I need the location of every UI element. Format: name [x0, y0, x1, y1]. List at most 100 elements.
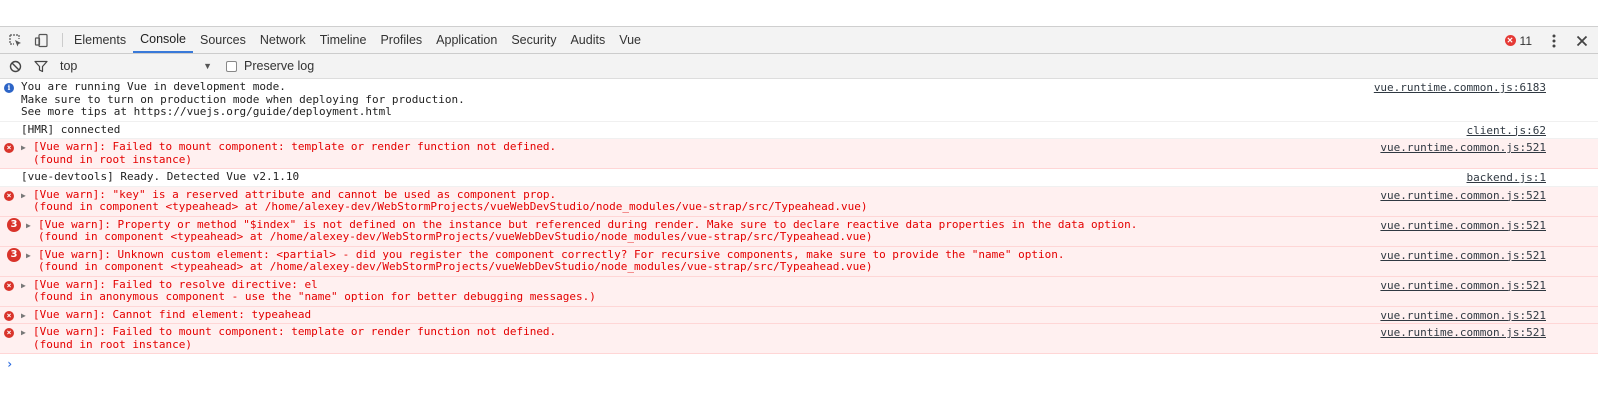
- message-text: [vue-devtools] Ready. Detected Vue v2.1.…: [0, 170, 1598, 184]
- console-message: × ▶ [Vue warn]: Failed to resolve directiv…: [0, 276, 1598, 307]
- console-messages: i You are running Vue in development mode…: [0, 79, 1598, 354]
- expand-triangle-icon[interactable]: ▶: [21, 190, 26, 203]
- message-text: [Vue warn]: Failed to mount component: t…: [0, 140, 1598, 166]
- source-link[interactable]: vue.runtime.common.js:521: [1380, 279, 1546, 293]
- source-link[interactable]: vue.runtime.common.js:6183: [1374, 81, 1546, 95]
- expand-triangle-icon[interactable]: ▶: [21, 280, 26, 293]
- dropdown-arrow-icon: ▼: [203, 61, 212, 71]
- error-icon: ×: [4, 143, 14, 153]
- error-icon: ×: [4, 190, 14, 201]
- preserve-log-option: Preserve log: [226, 59, 314, 73]
- inspect-element-icon[interactable]: [2, 27, 28, 53]
- tab-sources[interactable]: Sources: [193, 27, 253, 53]
- message-gutter: ×: [4, 142, 18, 154]
- expand-triangle-icon[interactable]: ▶: [21, 142, 26, 155]
- message-text: [Vue warn]: Property or method "$index" …: [0, 218, 1598, 244]
- panel-tabs: Elements Console Sources Network Timeline Pro…: [67, 27, 648, 53]
- message-line: (found in component <typeahead> at /home…: [38, 260, 873, 273]
- console-filter-bar: top ▼ Preserve log: [0, 54, 1598, 79]
- toolbar-right: ✕ 11: [1504, 27, 1598, 54]
- message-text: [Vue warn]: Unknown custom element: <par…: [0, 248, 1598, 274]
- devtools-toolbar: Elements Console Sources Network Timeline Pro…: [0, 27, 1598, 54]
- message-gutter: 3: [4, 218, 21, 232]
- expand-triangle-icon[interactable]: ▶: [21, 327, 26, 340]
- info-icon: i: [4, 83, 14, 93]
- expand-triangle-icon[interactable]: ▶: [21, 310, 26, 323]
- message-text: [Vue warn]: Cannot find element: typeahe…: [0, 307, 1598, 322]
- console-message: [HMR] connected client.js:62: [0, 122, 1598, 139]
- tab-vue[interactable]: Vue: [612, 27, 648, 53]
- repeat-count-badge: 3: [7, 248, 21, 262]
- source-link[interactable]: vue.runtime.common.js:521: [1380, 326, 1546, 340]
- message-line: (found in component <typeahead> at /home…: [33, 200, 868, 213]
- message-gutter: i: [4, 82, 18, 94]
- toolbar-divider: [62, 33, 63, 47]
- message-text: [Vue warn]: "key" is a reserved attribut…: [0, 188, 1598, 214]
- context-value: top: [60, 59, 78, 73]
- console-message: 3 ▶ [Vue warn]: Property or method "$index…: [0, 216, 1598, 247]
- message-line: [Vue warn]: Failed to mount component: t…: [33, 140, 557, 153]
- message-gutter: ×: [4, 310, 18, 322]
- preserve-log-label: Preserve log: [244, 59, 315, 73]
- window-top-area: [0, 0, 1598, 27]
- source-link[interactable]: vue.runtime.common.js:521: [1380, 141, 1546, 155]
- message-line: [HMR] connected: [21, 122, 121, 136]
- message-gutter: ×: [4, 327, 18, 339]
- tab-elements[interactable]: Elements: [67, 27, 133, 53]
- message-text: [Vue warn]: Failed to resolve directive:…: [0, 278, 1598, 304]
- more-options-icon[interactable]: [1540, 27, 1568, 54]
- tab-audits[interactable]: Audits: [563, 27, 612, 53]
- message-line: (found in root instance): [33, 337, 192, 351]
- message-text: You are running Vue in development mode.…: [0, 80, 1598, 119]
- error-count: 11: [1519, 33, 1532, 48]
- expand-triangle-icon[interactable]: ▶: [26, 250, 31, 263]
- console-message: i You are running Vue in development mode…: [0, 79, 1598, 122]
- expand-triangle-icon[interactable]: ▶: [26, 220, 31, 233]
- tab-console[interactable]: Console: [133, 27, 193, 53]
- source-link[interactable]: client.js:62: [1467, 124, 1546, 138]
- message-gutter: ×: [4, 280, 18, 292]
- console-message: [vue-devtools] Ready. Detected Vue v2.1.…: [0, 169, 1598, 187]
- tab-network[interactable]: Network: [253, 27, 313, 53]
- message-line: [vue-devtools] Ready. Detected Vue v2.1.…: [21, 170, 300, 183]
- console-message: 3 ▶ [Vue warn]: Unknown custom element: <p…: [0, 246, 1598, 277]
- source-link[interactable]: vue.runtime.common.js:521: [1380, 309, 1546, 323]
- console-message: × ▶ [Vue warn]: Failed to mount component:…: [0, 324, 1598, 354]
- source-link[interactable]: backend.js:1: [1467, 171, 1546, 185]
- error-icon: ×: [4, 310, 14, 321]
- message-gutter: ×: [4, 190, 18, 202]
- message-line: [Vue warn]: Failed to mount component: t…: [33, 325, 557, 338]
- console-message: × ▶ [Vue warn]: "key" is a reserved attrib…: [0, 186, 1598, 217]
- message-line: (found in component <typeahead> at /home…: [38, 230, 873, 243]
- device-mode-icon[interactable]: [28, 27, 54, 53]
- preserve-log-checkbox[interactable]: [226, 60, 237, 72]
- message-line: (found in anonymous component - use the …: [33, 290, 596, 303]
- prompt-chevron-icon: ›: [6, 357, 14, 371]
- error-counter[interactable]: ✕ 11: [1504, 33, 1540, 48]
- error-icon: ×: [4, 328, 14, 338]
- message-text: [Vue warn]: Failed to mount component: t…: [0, 325, 1598, 351]
- source-link[interactable]: vue.runtime.common.js:521: [1380, 219, 1546, 233]
- console-message: × ▶ [Vue warn]: Cannot find element: typea…: [0, 306, 1598, 324]
- context-selector[interactable]: top ▼: [60, 59, 212, 73]
- source-link[interactable]: vue.runtime.common.js:521: [1380, 249, 1546, 263]
- message-line: [Vue warn]: Cannot find element: typeahe…: [33, 307, 312, 321]
- message-line: (found in root instance): [33, 152, 192, 166]
- tab-timeline[interactable]: Timeline: [313, 27, 374, 53]
- message-gutter: 3: [4, 248, 21, 262]
- filter-icon[interactable]: [28, 54, 54, 79]
- error-icon: ×: [4, 280, 14, 291]
- console-message: × ▶ [Vue warn]: Failed to mount component:…: [0, 139, 1598, 169]
- error-icon: ✕: [1504, 35, 1516, 46]
- message-line: You are running Vue in development mode.: [21, 80, 286, 93]
- source-link[interactable]: vue.runtime.common.js:521: [1380, 189, 1546, 203]
- tab-profiles[interactable]: Profiles: [373, 27, 429, 53]
- close-icon[interactable]: [1568, 27, 1596, 54]
- tab-application[interactable]: Application: [429, 27, 504, 53]
- repeat-count-badge: 3: [7, 218, 21, 232]
- message-line: See more tips at https://vuejs.org/guide…: [21, 105, 392, 118]
- tab-security[interactable]: Security: [504, 27, 563, 53]
- clear-console-icon[interactable]: [2, 54, 28, 79]
- message-text: [HMR] connected: [0, 122, 1598, 137]
- console-prompt[interactable]: ›: [0, 354, 1598, 374]
